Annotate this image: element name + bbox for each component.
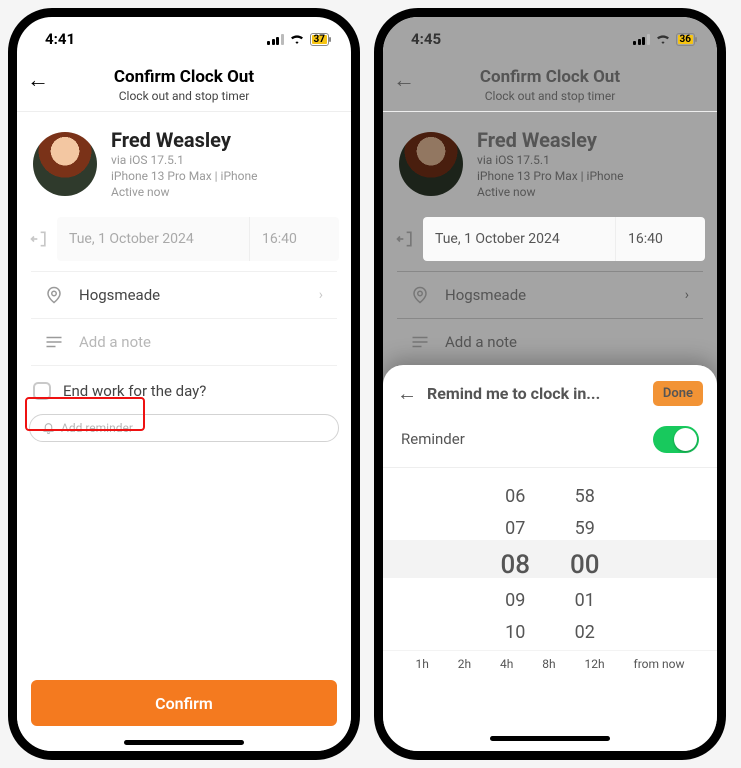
home-indicator bbox=[124, 740, 244, 745]
wifi-icon bbox=[655, 33, 671, 45]
note-icon bbox=[411, 335, 431, 349]
preset-row: 1h 2h 4h 8h 12h from now bbox=[383, 650, 717, 681]
preset-from-now[interactable]: from now bbox=[634, 657, 685, 671]
done-button[interactable]: Done bbox=[653, 381, 703, 406]
status-indicators: 36 bbox=[633, 33, 695, 46]
user-name: Fred Weasley bbox=[111, 128, 257, 152]
chevron-right-icon: › bbox=[319, 287, 323, 303]
location-row[interactable]: Hogsmeade › bbox=[397, 271, 703, 319]
add-reminder-button[interactable]: Add reminder bbox=[29, 414, 339, 442]
reminder-label: Reminder bbox=[401, 430, 465, 448]
reminder-toggle[interactable] bbox=[653, 426, 699, 453]
page-content: ← Confirm Clock Out Clock out and stop t… bbox=[17, 61, 351, 751]
note-icon bbox=[45, 335, 65, 349]
page-content: ← Confirm Clock Out Clock out and stop t… bbox=[383, 61, 717, 751]
phone-reminder-sheet: 4:45 36 ← Confirm Clock Out Clock out an… bbox=[374, 8, 726, 760]
title-bar: ← Confirm Clock Out Clock out and stop t… bbox=[383, 61, 717, 111]
minute-selected: 00 bbox=[570, 546, 600, 584]
user-os: via iOS 17.5.1 bbox=[477, 152, 623, 168]
battery-indicator: 36 bbox=[676, 33, 695, 46]
preset-1h[interactable]: 1h bbox=[415, 657, 428, 671]
end-day-checkbox[interactable] bbox=[33, 382, 51, 400]
sheet-back-button[interactable]: ← bbox=[397, 381, 417, 406]
preset-2h[interactable]: 2h bbox=[458, 657, 471, 671]
wifi-icon bbox=[289, 33, 305, 45]
end-day-label: End work for the day? bbox=[63, 382, 206, 400]
preset-8h[interactable]: 8h bbox=[542, 657, 555, 671]
location-value: Hogsmeade bbox=[79, 286, 305, 304]
clock-out-icon bbox=[29, 229, 57, 249]
location-icon bbox=[411, 286, 431, 304]
datetime-row: Tue, 1 October 2024 16:40 bbox=[17, 217, 351, 261]
page-subtitle: Clock out and stop timer bbox=[17, 89, 351, 103]
status-time: 4:41 bbox=[45, 30, 75, 48]
status-bar: 4:45 36 bbox=[383, 17, 717, 61]
time-field[interactable]: 16:40 bbox=[249, 217, 339, 261]
location-value: Hogsmeade bbox=[445, 286, 671, 304]
avatar bbox=[33, 132, 97, 196]
status-time: 4:45 bbox=[411, 30, 441, 48]
note-placeholder: Add a note bbox=[445, 333, 689, 351]
title-bar: ← Confirm Clock Out Clock out and stop t… bbox=[17, 61, 351, 111]
cellular-icon bbox=[633, 34, 650, 45]
note-row[interactable]: Add a note bbox=[397, 319, 703, 366]
user-name: Fred Weasley bbox=[477, 128, 623, 152]
time-picker[interactable]: 06 07 08 09 10 58 59 00 01 02 bbox=[383, 474, 717, 644]
date-field[interactable]: Tue, 1 October 2024 bbox=[423, 217, 615, 261]
status-indicators: 37 bbox=[267, 33, 329, 46]
confirm-button[interactable]: Confirm bbox=[31, 680, 337, 726]
note-row[interactable]: Add a note bbox=[31, 319, 337, 366]
user-device: iPhone 13 Pro Max | iPhone bbox=[111, 168, 257, 184]
back-button[interactable]: ← bbox=[27, 67, 49, 93]
reminder-sheet: ← Remind me to clock in... Done Reminder… bbox=[383, 365, 717, 751]
hour-wheel[interactable]: 06 07 08 09 10 bbox=[500, 482, 530, 648]
preset-12h[interactable]: 12h bbox=[585, 657, 605, 671]
end-day-row[interactable]: End work for the day? bbox=[17, 366, 351, 400]
back-button[interactable]: ← bbox=[393, 67, 415, 93]
battery-indicator: 37 bbox=[310, 33, 329, 46]
location-row[interactable]: Hogsmeade › bbox=[31, 271, 337, 319]
user-info: Fred Weasley via iOS 17.5.1 iPhone 13 Pr… bbox=[17, 112, 351, 213]
user-info: Fred Weasley via iOS 17.5.1 iPhone 13 Pr… bbox=[383, 112, 717, 213]
location-icon bbox=[45, 286, 65, 304]
page-title: Confirm Clock Out bbox=[17, 67, 351, 87]
status-bar: 4:41 37 bbox=[17, 17, 351, 61]
date-field[interactable]: Tue, 1 October 2024 bbox=[57, 217, 249, 261]
phone-confirm-clock-out: 4:41 37 ← Confirm Clock Out Clock out an… bbox=[8, 8, 360, 760]
hour-selected: 08 bbox=[500, 546, 530, 584]
bell-icon bbox=[42, 421, 55, 434]
chevron-right-icon: › bbox=[685, 287, 689, 303]
note-placeholder: Add a note bbox=[79, 333, 323, 351]
time-field[interactable]: 16:40 bbox=[615, 217, 705, 261]
user-device: iPhone 13 Pro Max | iPhone bbox=[477, 168, 623, 184]
page-subtitle: Clock out and stop timer bbox=[383, 89, 717, 103]
user-presence: Active now bbox=[111, 184, 257, 200]
home-indicator bbox=[490, 736, 610, 741]
sheet-title: Remind me to clock in... bbox=[427, 384, 643, 403]
preset-4h[interactable]: 4h bbox=[500, 657, 513, 671]
minute-wheel[interactable]: 58 59 00 01 02 bbox=[570, 482, 600, 648]
cellular-icon bbox=[267, 34, 284, 45]
clock-out-icon bbox=[395, 229, 423, 249]
user-os: via iOS 17.5.1 bbox=[111, 152, 257, 168]
avatar bbox=[399, 132, 463, 196]
datetime-row: Tue, 1 October 2024 16:40 bbox=[383, 217, 717, 261]
page-title: Confirm Clock Out bbox=[383, 67, 717, 87]
user-presence: Active now bbox=[477, 184, 623, 200]
